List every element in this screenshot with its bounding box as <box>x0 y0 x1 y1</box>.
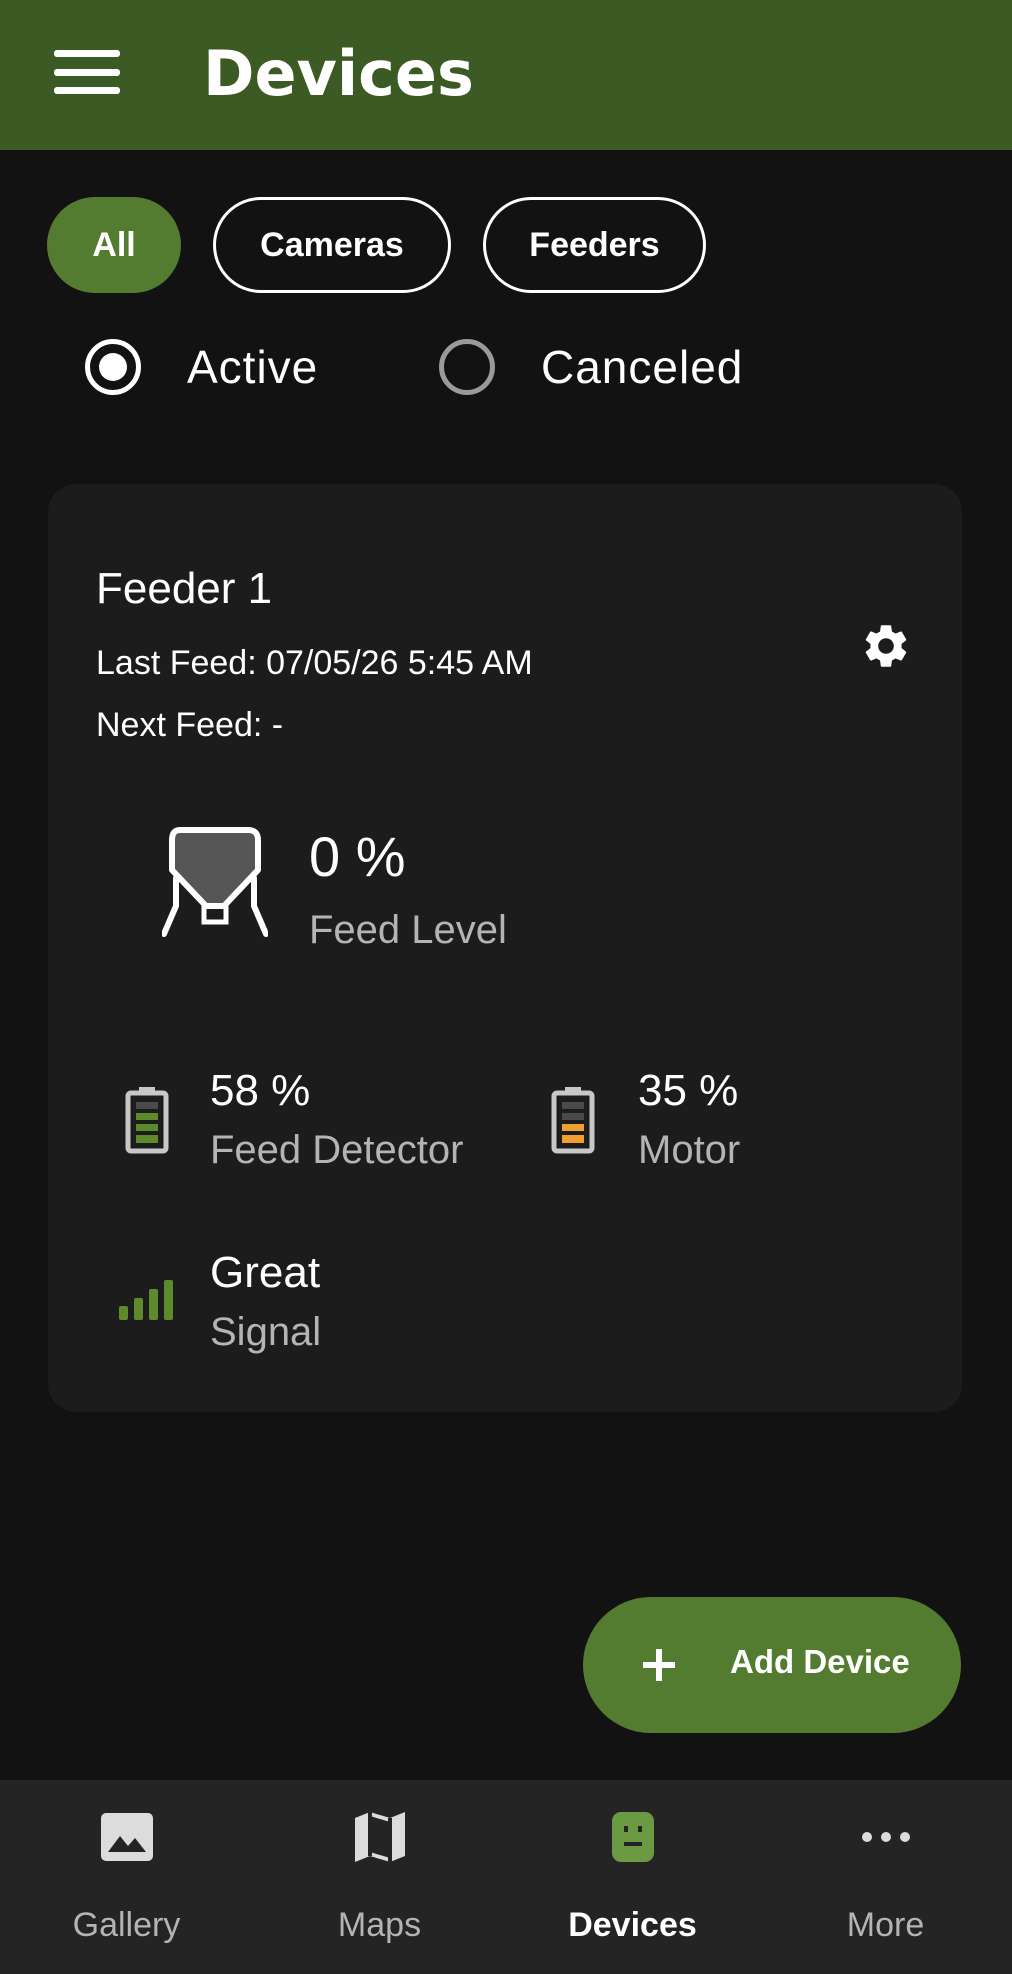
nav-label-gallery: Gallery <box>72 1906 181 1944</box>
nav-item-more[interactable]: More <box>759 1780 1012 1974</box>
nav-label-more: More <box>846 1906 925 1944</box>
radio-canceled[interactable]: Canceled <box>439 337 743 397</box>
add-device-button[interactable]: Add Device <box>583 1597 961 1733</box>
gear-icon[interactable] <box>860 620 912 672</box>
feed-detector-value: 58 % <box>210 1066 311 1115</box>
device-name: Feeder 1 <box>96 564 273 613</box>
nav-label-maps: Maps <box>337 1906 422 1944</box>
feed-level-value: 0 % <box>309 825 406 888</box>
last-feed-text: Last Feed: 07/05/26 5:45 AM <box>96 644 533 682</box>
motor-value: 35 % <box>638 1066 739 1115</box>
filter-chip-all[interactable]: All <box>47 197 181 293</box>
radio-active[interactable]: Active <box>85 337 318 397</box>
filter-chip-cameras[interactable]: Cameras <box>213 197 451 293</box>
radio-canceled-indicator[interactable] <box>439 339 495 395</box>
radio-active-indicator[interactable] <box>85 339 141 395</box>
page-title: Devices <box>203 37 474 110</box>
feed-detector-label: Feed Detector <box>210 1128 464 1172</box>
bottom-navigation: Gallery Maps Devices More <box>0 1780 1012 1974</box>
nav-item-maps[interactable]: Maps <box>253 1780 506 1974</box>
filter-chip-feeders[interactable]: Feeders <box>483 197 706 293</box>
image-icon <box>101 1813 153 1861</box>
device-card[interactable]: Feeder 1 Last Feed: 07/05/26 5:45 AM Nex… <box>48 484 962 1412</box>
next-feed-text: Next Feed: - <box>96 706 284 744</box>
menu-icon[interactable] <box>54 50 120 94</box>
signal-strength-icon <box>119 1280 173 1320</box>
plus-icon <box>643 1649 675 1681</box>
map-icon <box>355 1812 405 1862</box>
radio-canceled-label: Canceled <box>541 341 744 393</box>
more-icon <box>862 1832 910 1842</box>
motor-battery-icon <box>551 1087 595 1154</box>
radio-active-label: Active <box>187 341 319 393</box>
signal-label: Signal <box>210 1310 322 1354</box>
feed-detector-battery-icon <box>125 1087 169 1154</box>
motor-label: Motor <box>638 1128 741 1172</box>
add-device-label: Add Device <box>730 1643 910 1680</box>
signal-value: Great <box>210 1248 321 1297</box>
nav-label-devices: Devices <box>568 1906 697 1944</box>
device-icon <box>612 1812 654 1862</box>
nav-item-gallery[interactable]: Gallery <box>0 1780 253 1974</box>
feeder-hopper-icon <box>162 827 268 937</box>
nav-item-devices[interactable]: Devices <box>506 1780 759 1974</box>
feed-level-label: Feed Level <box>309 908 507 952</box>
app-bar: Devices <box>0 0 1012 150</box>
